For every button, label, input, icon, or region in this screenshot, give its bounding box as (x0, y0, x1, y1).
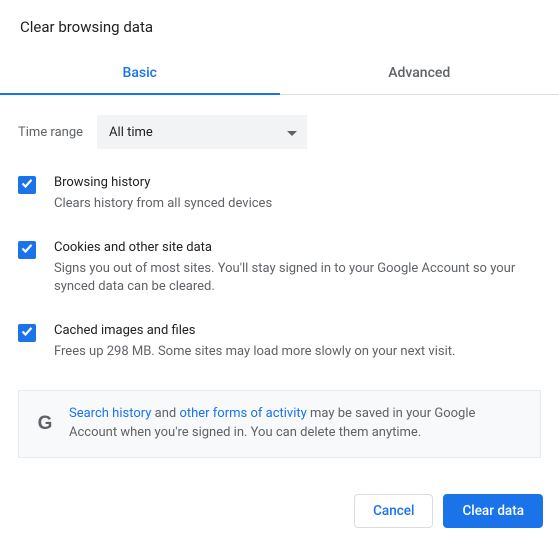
clear-data-button[interactable]: Clear data (443, 494, 543, 528)
tab-strip: Basic Advanced (0, 52, 559, 95)
check-icon (20, 241, 34, 259)
option-title: Cached images and files (54, 323, 541, 340)
link-search-history[interactable]: Search history (69, 406, 151, 421)
dialog-title: Clear browsing data (0, 0, 559, 52)
option-cache: Cached images and files Frees up 298 MB.… (18, 323, 541, 388)
option-text: Cookies and other site data Signs you ou… (54, 240, 541, 298)
dialog-actions: Cancel Clear data (0, 458, 559, 536)
checkbox-cookies[interactable] (18, 241, 36, 259)
option-desc: Signs you out of most sites. You'll stay… (54, 260, 541, 298)
time-range-row: Time range All time (18, 101, 541, 175)
check-icon (20, 324, 34, 342)
option-browsing-history: Browsing history Clears history from all… (18, 175, 541, 240)
clear-browsing-data-dialog: Clear browsing data Basic Advanced Time … (0, 0, 559, 546)
time-range-select[interactable]: All time (97, 115, 307, 149)
option-cookies: Cookies and other site data Signs you ou… (18, 240, 541, 324)
dialog-body: Time range All time Browsing history Cle… (0, 95, 559, 458)
google-logo-icon: G (35, 413, 55, 435)
google-account-notice: G Search history and other forms of acti… (18, 390, 541, 458)
check-icon (20, 176, 34, 194)
option-text: Cached images and files Frees up 298 MB.… (54, 323, 541, 362)
time-range-label: Time range (18, 125, 83, 140)
chevron-down-icon (287, 125, 297, 140)
tab-basic[interactable]: Basic (0, 52, 280, 94)
option-desc: Frees up 298 MB. Some sites may load mor… (54, 343, 541, 362)
link-other-activity[interactable]: other forms of activity (179, 406, 306, 421)
option-title: Browsing history (54, 175, 541, 192)
option-desc: Clears history from all synced devices (54, 195, 541, 214)
tab-advanced[interactable]: Advanced (280, 52, 559, 94)
cancel-button[interactable]: Cancel (354, 494, 433, 528)
option-title: Cookies and other site data (54, 240, 541, 257)
checkbox-browsing-history[interactable] (18, 176, 36, 194)
time-range-value: All time (109, 125, 153, 140)
checkbox-cache[interactable] (18, 324, 36, 342)
notice-text: Search history and other forms of activi… (69, 405, 524, 443)
option-text: Browsing history Clears history from all… (54, 175, 541, 214)
